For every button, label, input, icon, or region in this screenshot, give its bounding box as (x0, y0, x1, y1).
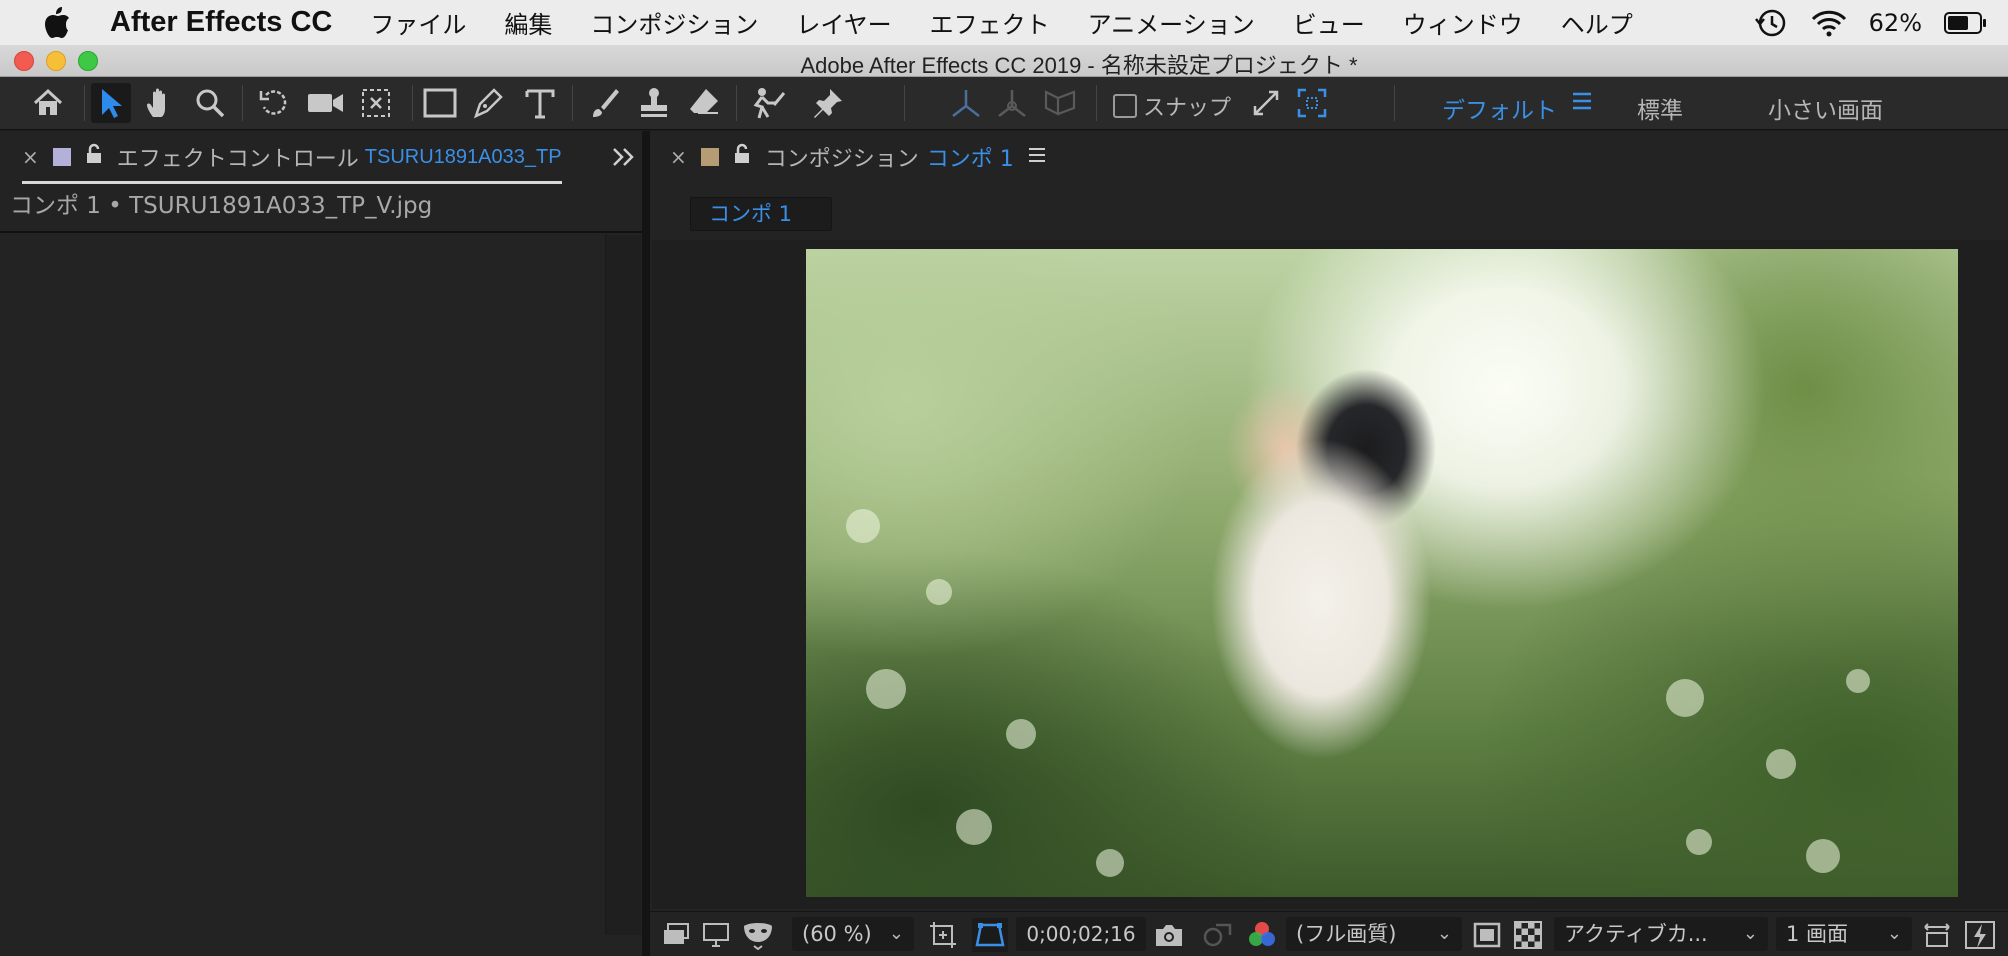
tab-layer-name[interactable]: TSURU1891A033_TP (365, 146, 562, 169)
workspace-standard[interactable]: 標準 (1637, 91, 1683, 125)
pen-tool-icon[interactable] (468, 83, 508, 123)
world-axis-mode-icon[interactable] (992, 83, 1032, 123)
menu-edit[interactable]: 編集 (504, 5, 552, 40)
apple-icon[interactable] (38, 4, 76, 42)
monitor-icon[interactable] (702, 918, 730, 952)
region-of-interest-icon[interactable] (928, 918, 958, 952)
magnification-value: (60 %) (802, 922, 872, 946)
workspace-default[interactable]: デフォルト (1442, 91, 1557, 125)
active-tab-indicator (22, 181, 562, 184)
tab-effect-controls-label: エフェクトコントロール (116, 147, 359, 172)
tab-composition[interactable]: × コンポジション コンポ 1 (670, 141, 1046, 173)
close-tab-icon[interactable]: × (670, 145, 687, 169)
workspace-small-screen[interactable]: 小さい画面 (1768, 91, 1883, 125)
menu-animation[interactable]: アニメーション (1088, 5, 1255, 40)
effect-controls-panel: × エフェクトコントロール TSURU1891A033_TP コンポ 1 • T… (0, 131, 642, 956)
comp-breadcrumb-tab[interactable]: コンポ 1 (690, 197, 832, 231)
chevron-down-icon: ⌄ (1436, 923, 1452, 944)
panel-menu-icon[interactable] (1028, 145, 1046, 170)
view-layout-dropdown[interactable]: 1 画面 ⌄ (1776, 917, 1912, 951)
rectangle-tool-icon[interactable] (420, 83, 460, 123)
current-time-display[interactable]: 0;00;02;16 (1016, 917, 1146, 951)
snap-label: スナップ (1143, 96, 1232, 121)
menu-composition[interactable]: コンポジション (590, 5, 758, 40)
window-title-bar: Adobe After Effects CC 2019 - 名称未設定プロジェク… (0, 45, 2008, 78)
rotation-tool-icon[interactable] (254, 83, 294, 123)
snap-target-icon[interactable] (1292, 83, 1332, 123)
time-machine-icon[interactable] (1753, 7, 1789, 39)
layer-color-swatch (52, 148, 71, 166)
panel-divider[interactable] (642, 131, 650, 956)
chevron-down-icon: ⌄ (1742, 923, 1758, 944)
viewer-status-bar: (60 %) ⌄ 0;00;02;16 (フル画質) ⌄ アクティブカ... ⌄… (650, 911, 2008, 956)
menu-help[interactable]: ヘルプ (1561, 5, 1633, 40)
toggle-mask-path-icon[interactable] (972, 918, 1008, 952)
local-axis-mode-icon[interactable] (946, 83, 986, 123)
panel-overflow-icon[interactable] (612, 147, 634, 171)
tab-composition-label: コンポジション (764, 147, 919, 172)
always-preview-icon[interactable] (662, 918, 690, 952)
window-title: Adobe After Effects CC 2019 - 名称未設定プロジェク… (800, 53, 1358, 78)
type-tool-icon[interactable] (520, 83, 560, 123)
camera-view-value: アクティブカ... (1564, 922, 1708, 946)
transparency-grid-icon[interactable] (1514, 918, 1542, 952)
mask-visibility-icon[interactable] (742, 918, 774, 952)
snapshot-camera-icon[interactable] (1154, 918, 1184, 952)
magnification-dropdown[interactable]: (60 %) ⌄ (792, 917, 914, 951)
camera-view-dropdown[interactable]: アクティブカ... ⌄ (1554, 917, 1768, 951)
battery-percent[interactable]: 62% (1869, 9, 1922, 37)
home-icon[interactable] (28, 83, 68, 123)
menu-bar: After Effects CC ファイル 編集 コンポジション レイヤー エフ… (0, 0, 2008, 45)
tab-effect-controls[interactable]: × エフェクトコントロール TSURU1891A033_TP (22, 141, 562, 173)
menu-layer[interactable]: レイヤー (796, 5, 891, 40)
selection-tool-icon[interactable] (91, 83, 131, 123)
snap-checkbox[interactable] (1113, 94, 1137, 118)
effect-controls-scrollbar[interactable] (605, 235, 641, 935)
chevron-down-icon: ⌄ (888, 923, 904, 944)
resolution-value: (フル画質) (1296, 922, 1397, 946)
wifi-icon[interactable] (1811, 9, 1847, 37)
close-tab-icon[interactable]: × (22, 145, 39, 169)
comp-footage-image[interactable] (806, 249, 1958, 897)
lock-icon[interactable] (85, 143, 103, 171)
effect-controls-layer-path: コンポ 1 • TSURU1891A033_TP_V.jpg (0, 187, 642, 233)
workspace-menu-icon[interactable] (1573, 91, 1591, 115)
snap-options-icon[interactable] (1246, 83, 1286, 123)
show-snapshot-icon[interactable] (1202, 918, 1232, 952)
menu-view[interactable]: ビュー (1293, 5, 1365, 40)
composition-tabbar: × コンポジション コンポ 1 (650, 131, 2008, 187)
menu-file[interactable]: ファイル (370, 5, 466, 40)
menu-window[interactable]: ウィンドウ (1403, 5, 1523, 40)
puppet-pin-tool-icon[interactable] (808, 83, 848, 123)
fast-preview-lightning-icon[interactable] (1964, 918, 1996, 952)
brush-tool-icon[interactable] (584, 83, 624, 123)
lock-icon[interactable] (733, 143, 751, 171)
effect-controls-body (0, 235, 642, 956)
view-layout-value: 1 画面 (1786, 922, 1849, 946)
clone-stamp-tool-icon[interactable] (634, 83, 674, 123)
zoom-tool-icon[interactable] (190, 83, 230, 123)
eraser-tool-icon[interactable] (684, 83, 724, 123)
hand-tool-icon[interactable] (140, 83, 180, 123)
roto-brush-tool-icon[interactable] (748, 83, 788, 123)
snap-toggle[interactable]: スナップ (1113, 90, 1231, 122)
app-name-menu[interactable]: After Effects CC (110, 6, 332, 39)
tools-toolbar: スナップ デフォルト 標準 小さい画面 (0, 77, 2008, 130)
toggle-pixel-aspect-icon[interactable] (1920, 918, 1954, 952)
camera-tool-icon[interactable] (306, 83, 346, 123)
view-axis-mode-icon[interactable] (1040, 83, 1080, 123)
channel-rgb-icon[interactable] (1246, 918, 1278, 952)
comp-color-swatch (700, 148, 719, 166)
chevron-down-icon: ⌄ (1886, 923, 1902, 944)
menu-effect[interactable]: エフェクト (930, 5, 1050, 40)
battery-icon[interactable] (1944, 11, 1988, 35)
tab-comp-name[interactable]: コンポ 1 (927, 141, 1014, 173)
pan-behind-tool-icon[interactable] (356, 83, 396, 123)
fast-previews-icon[interactable] (1472, 918, 1502, 952)
effect-controls-tabbar: × エフェクトコントロール TSURU1891A033_TP (0, 131, 642, 187)
resolution-dropdown[interactable]: (フル画質) ⌄ (1286, 917, 1462, 951)
